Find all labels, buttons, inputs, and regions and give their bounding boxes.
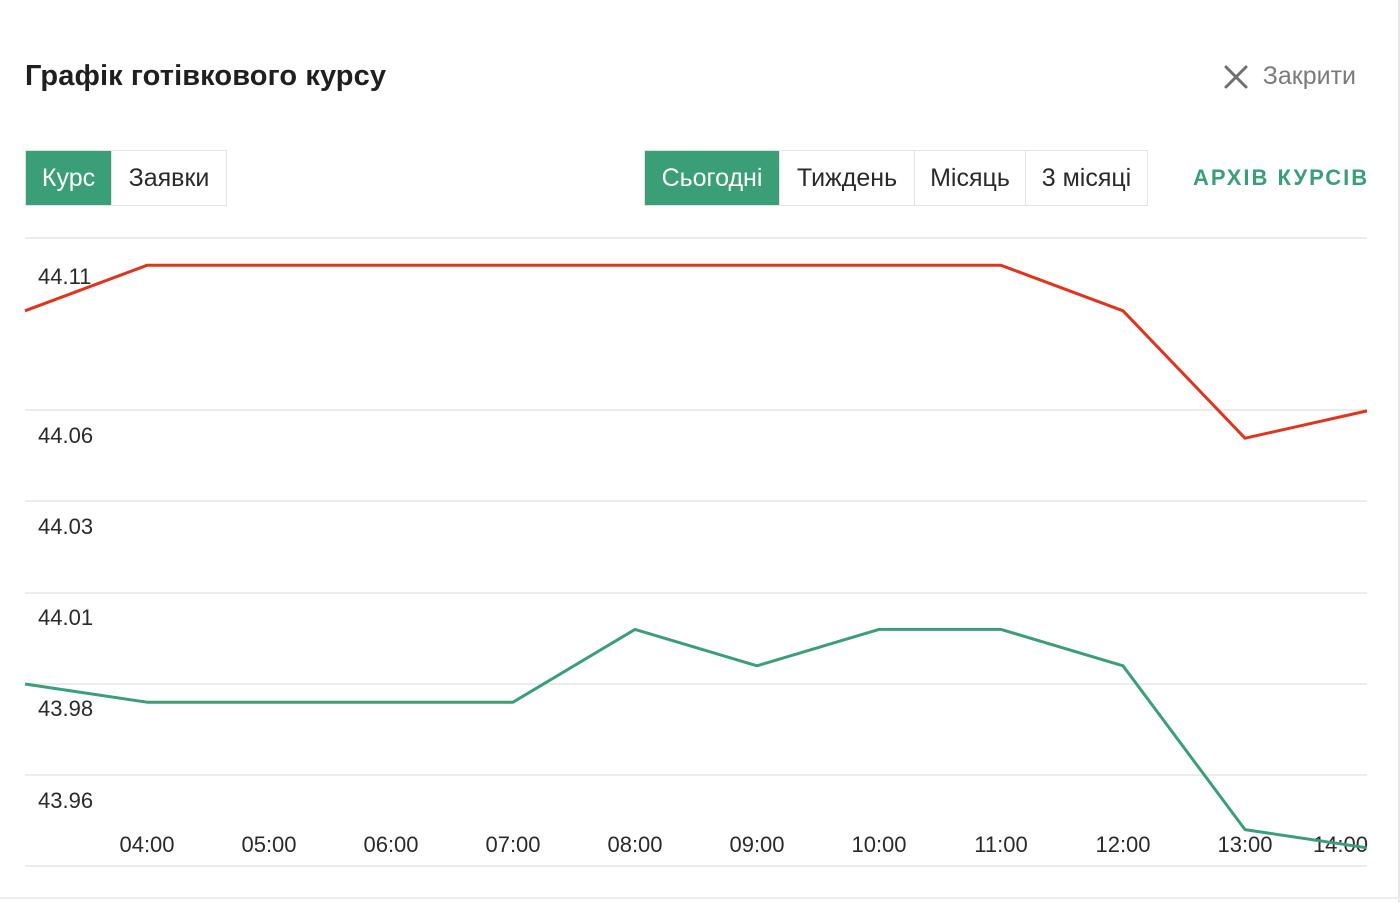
period-3-months[interactable]: 3 місяці bbox=[1025, 151, 1147, 205]
x-tick-label: 05:00 bbox=[241, 832, 296, 857]
rate-line-chart: 44.11 44.06 44.03 44.01 43.98 43.96 04:00 05:00… bbox=[24, 237, 1368, 867]
close-icon[interactable] bbox=[1223, 64, 1249, 90]
bottom-divider bbox=[0, 897, 1400, 899]
tab-rate[interactable]: Курс bbox=[26, 151, 111, 205]
buy-rate-line bbox=[24, 627, 1368, 850]
y-tick-label: 44.11 bbox=[38, 264, 91, 289]
close-button[interactable]: Закрити bbox=[1223, 62, 1356, 91]
close-label: Закрити bbox=[1262, 62, 1356, 90]
period-month[interactable]: Місяць bbox=[914, 151, 1025, 205]
y-tick-label: 43.96 bbox=[38, 788, 93, 813]
period-tabs: Сьогодні Тиждень Місяць 3 місяці bbox=[644, 150, 1148, 206]
rate-chart-dialog: Графік готівкового курсу Закрити Курс За… bbox=[0, 0, 1400, 903]
y-tick-label: 44.06 bbox=[38, 423, 93, 448]
view-tabs: Курс Заявки bbox=[25, 150, 227, 206]
y-tick-label: 44.03 bbox=[38, 514, 93, 539]
y-tick-label: 43.98 bbox=[38, 696, 93, 721]
dialog-title: Графік готівкового курсу bbox=[25, 60, 387, 92]
period-week[interactable]: Тиждень bbox=[779, 151, 914, 205]
x-tick-label: 06:00 bbox=[363, 832, 418, 857]
x-tick-label: 08:00 bbox=[607, 832, 662, 857]
x-tick-label: 07:00 bbox=[485, 832, 540, 857]
x-tick-label: 10:00 bbox=[851, 832, 906, 857]
archive-link[interactable]: АРХІВ КУРСІВ bbox=[1193, 165, 1369, 191]
period-today[interactable]: Сьогодні bbox=[645, 151, 779, 205]
tab-orders[interactable]: Заявки bbox=[111, 151, 226, 205]
x-tick-label: 04:00 bbox=[119, 832, 174, 857]
sell-rate-line bbox=[24, 263, 1368, 440]
x-tick-label: 14:00 bbox=[1313, 832, 1368, 857]
y-tick-label: 44.01 bbox=[38, 605, 93, 630]
x-tick-label: 12:00 bbox=[1095, 832, 1150, 857]
x-tick-label: 11:00 bbox=[974, 832, 1027, 857]
x-tick-label: 13:00 bbox=[1217, 832, 1272, 857]
x-tick-label: 09:00 bbox=[729, 832, 784, 857]
